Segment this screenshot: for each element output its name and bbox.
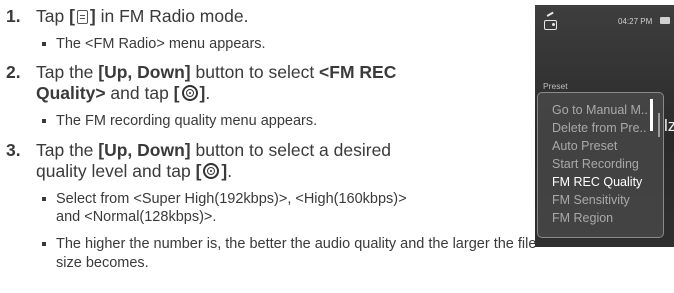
step-number: 2.: [6, 62, 21, 82]
step-text-part: button to select: [190, 62, 320, 82]
ok-icon: [181, 85, 198, 101]
step-text-part: and tap: [105, 83, 174, 103]
bullet-dot: [42, 119, 46, 123]
fm-radio-icon: [544, 20, 557, 30]
fm-radio-menu: Go to Manual M.. Delete from Pre.. Auto …: [537, 92, 664, 238]
menu-icon: [76, 10, 88, 24]
bullet-text: and <Normal(128kbps)>.: [56, 209, 217, 225]
step-text-line-1: Tap the [Up, Down] button to select <FM …: [36, 62, 396, 83]
step-text-part: button to select a desired: [190, 140, 392, 160]
bullet-text: Select from <Super High(192kbps)>, <High…: [56, 191, 407, 207]
step-text-part: Tap: [36, 6, 70, 26]
bullet-dot: [42, 197, 46, 201]
menu-item-fm-region[interactable]: FM Region: [552, 211, 613, 225]
clock-label: 04:27 PM: [618, 17, 653, 26]
menu-item-delete-from-preset[interactable]: Delete from Pre..: [552, 121, 646, 135]
bracket-open: [: [69, 6, 75, 26]
bracket-open: [: [173, 83, 180, 103]
up-down-button-ref: [Up, Down]: [98, 140, 191, 160]
step-text-part: quality level and tap: [36, 161, 196, 181]
up-down-button-ref: [Up, Down]: [98, 62, 191, 82]
menu-item-ref: Quality>: [36, 83, 106, 103]
preset-label: Preset: [543, 81, 568, 91]
menu-item-go-to-manual[interactable]: Go to Manual M..: [552, 103, 648, 117]
ok-icon: [203, 163, 220, 179]
bracket-open: [: [195, 161, 202, 181]
status-bar: 04:27 PM: [535, 5, 674, 37]
bullet-dot: [42, 242, 46, 246]
step-text-part: in FM Radio mode.: [95, 6, 249, 26]
step-text-part: .: [205, 83, 211, 103]
bullet-text: The FM recording quality menu appears.: [56, 113, 318, 129]
menu-item-ref: <FM REC: [319, 62, 397, 82]
step-number: 1.: [6, 6, 21, 26]
step-text-line-1: Tap the [Up, Down] button to select a de…: [36, 140, 391, 161]
step-text: Tap [] in FM Radio mode.: [36, 6, 248, 27]
bullet-text: The <FM Radio> menu appears.: [56, 36, 266, 52]
menu-scrollbar[interactable]: [650, 99, 653, 131]
step-text-part: .: [227, 161, 233, 181]
step-text-line-2: Quality> and tap [].: [36, 83, 210, 104]
device-screen: 04:27 PM lz Preset Go to Manual M.. Dele…: [535, 5, 674, 247]
menu-item-fm-sensitivity[interactable]: FM Sensitivity: [552, 193, 630, 207]
menu-item-start-recording[interactable]: Start Recording: [552, 157, 639, 171]
bullet-dot: [42, 42, 46, 46]
battery-icon: [660, 17, 670, 24]
background-frequency-text: lz: [664, 116, 674, 135]
menu-item-auto-preset[interactable]: Auto Preset: [552, 139, 617, 153]
step-text-part: Tap the: [36, 140, 99, 160]
bullet-text: The higher the number is, the better the…: [56, 236, 537, 252]
step-text-part: Tap the: [36, 62, 99, 82]
menu-item-fm-rec-quality[interactable]: FM REC Quality: [552, 175, 642, 189]
step-number: 3.: [6, 140, 21, 160]
step-text-line-2: quality level and tap [].: [36, 161, 232, 182]
bullet-text: size becomes.: [56, 255, 149, 271]
manual-page: 1. Tap [] in FM Radio mode. The <FM Radi…: [0, 0, 674, 293]
